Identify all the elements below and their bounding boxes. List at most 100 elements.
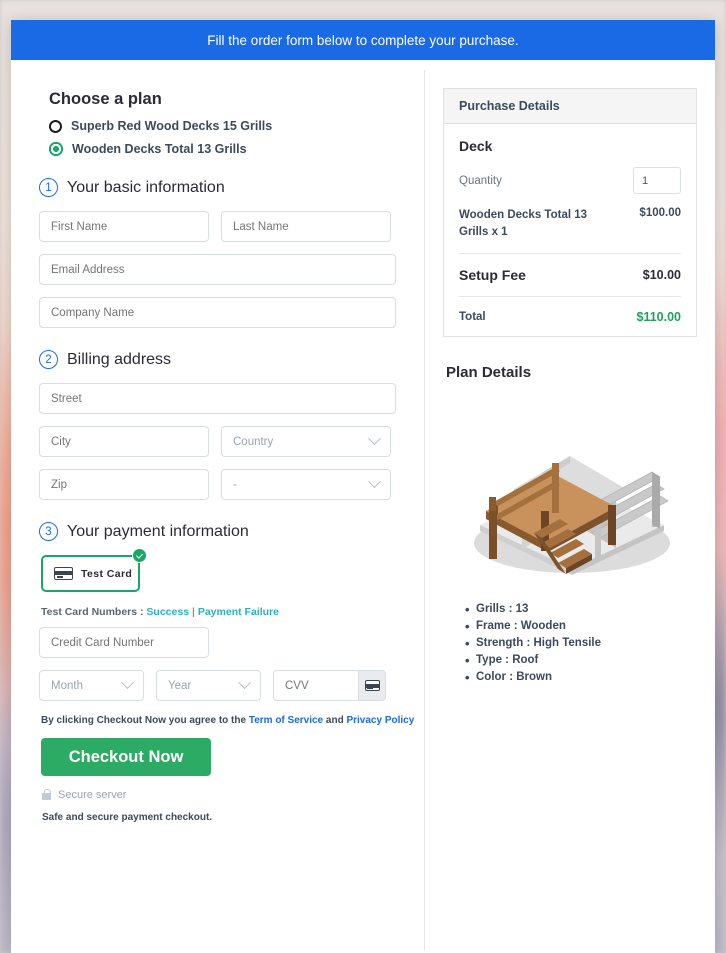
city-country-row: Country [39,426,424,457]
plan-option-wooden-decks[interactable]: Wooden Decks Total 13 Grills [49,142,424,156]
credit-card-number-input[interactable] [39,627,209,658]
total-value: $110.00 [636,310,682,325]
checkout-card: Fill the order form below to complete yo… [11,20,715,953]
cvv-group [273,670,386,701]
summary-column: Purchase Details Deck Quantity Wooden De… [425,60,715,953]
credit-card-number-row [39,627,424,658]
choose-plan-heading: Choose a plan [49,90,162,108]
lock-icon [42,789,51,800]
radio-icon-unselected[interactable] [49,119,62,133]
product-title: Deck [459,138,493,154]
country-select[interactable]: Country [221,426,391,457]
divider-line [459,296,681,298]
test-card-numbers-row: Test Card Numbers : Success | Payment Fa… [41,606,424,618]
payment-failure-card-link[interactable]: Payment Failure [198,606,279,618]
section-title: Billing address [67,350,172,368]
divider-line [459,253,681,255]
section-header-payment-information: 3 Your payment information [39,522,424,541]
plan-feature-item: Type : Roof [465,653,697,668]
checkout-now-button[interactable]: Checkout Now [41,738,211,776]
plan-details-heading: Plan Details [446,364,532,382]
credit-card-icon [54,567,73,580]
terms-agreement-text: By clicking Checkout Now you agree to th… [41,715,424,726]
zip-input[interactable] [39,469,209,500]
purchase-details-panel: Purchase Details Deck Quantity Wooden De… [443,88,697,338]
purchase-details-body: Deck Quantity Wooden Decks Total 13 Gril… [444,124,696,336]
success-card-link[interactable]: Success [146,606,189,618]
check-circle-icon [132,548,147,563]
instruction-banner-text: Fill the order form below to complete yo… [207,32,519,48]
street-row [39,383,424,414]
first-name-input[interactable] [39,211,209,242]
instruction-banner: Fill the order form below to complete yo… [11,20,715,60]
section-title: Your payment information [67,522,249,540]
purchase-details-heading: Purchase Details [444,89,696,124]
plan-feature-list: Grills : 13 Frame : Wooden Strength : Hi… [465,602,697,685]
chevron-down-icon [238,676,251,690]
plan-feature-item: Color : Brown [465,670,697,685]
plan-option-superb-red-wood[interactable]: Superb Red Wood Decks 15 Grills [49,119,424,133]
payment-method-test-card[interactable]: Test Card [41,555,140,592]
company-row [39,297,424,328]
chevron-down-icon [368,475,381,489]
expiry-cvv-row: Month Year [39,670,424,701]
total-label: Total [459,311,486,324]
expiry-year-value: Year [168,679,192,692]
chevron-down-icon [368,432,381,446]
terms-conjunction: and [325,715,344,726]
secure-server-row: Secure server [42,789,424,801]
expiry-year-select[interactable]: Year [156,670,261,701]
section-title: Your basic information [67,178,225,196]
test-card-numbers-label: Test Card Numbers : [41,606,144,618]
name-row [39,211,424,242]
cvv-input[interactable] [273,670,358,701]
order-form-column: Choose a plan Superb Red Wood Decks 15 G… [11,60,424,953]
secure-server-label: Secure server [58,789,127,801]
setup-fee-label: Setup Fee [459,267,526,284]
quantity-row: Quantity [459,167,681,194]
link-separator: | [191,606,195,618]
email-row [39,254,424,285]
last-name-input[interactable] [221,211,391,242]
plan-feature-item: Frame : Wooden [465,619,697,634]
plan-option-label: Wooden Decks Total 13 Grills [72,142,247,156]
terms-prefix: By clicking Checkout Now you agree to th… [41,715,247,726]
radio-icon-selected[interactable] [49,142,63,156]
line-item-name: Wooden Decks Total 13 Grills x 1 [459,209,588,238]
cvv-help-button[interactable] [358,670,386,701]
company-name-input[interactable] [39,297,396,328]
chevron-down-icon [121,676,134,690]
expiry-month-value: Month [51,679,83,692]
city-input[interactable] [39,426,209,457]
privacy-policy-link[interactable]: Privacy Policy [346,715,414,726]
quantity-input[interactable] [633,167,681,194]
state-select-value: - [233,478,237,491]
line-item-price: $100.00 [639,207,681,219]
credit-card-icon [364,680,380,691]
plan-option-label: Superb Red Wood Decks 15 Grills [71,119,273,133]
quantity-label: Quantity [459,174,502,187]
content-columns: Choose a plan Superb Red Wood Decks 15 G… [11,60,715,953]
section-header-basic-information: 1 Your basic information [39,178,424,197]
deck-illustration [474,456,670,576]
payment-method-tile-wrapper: Test Card [41,548,147,592]
step-number-icon: 1 [39,178,58,197]
step-number-icon: 2 [39,350,58,369]
plan-feature-item: Grills : 13 [465,602,697,617]
expiry-month-select[interactable]: Month [39,670,144,701]
section-header-billing-address: 2 Billing address [39,350,424,369]
safe-payment-note: Safe and secure payment checkout. [42,812,213,823]
email-input[interactable] [39,254,396,285]
setup-fee-row: Setup Fee $10.00 [459,267,681,283]
total-row: Total $110.00 [459,310,681,324]
street-input[interactable] [39,383,396,414]
country-select-value: Country [233,435,274,448]
line-item-row: Wooden Decks Total 13 Grills x 1 $100.00 [459,207,681,240]
step-number-icon: 3 [39,522,58,541]
payment-method-label: Test Card [81,567,133,580]
state-select[interactable]: - [221,469,391,500]
setup-fee-value: $10.00 [642,268,681,283]
plan-feature-item: Strength : High Tensile [465,636,697,651]
zip-state-row: - [39,469,424,500]
terms-of-service-link[interactable]: Term of Service [249,715,323,726]
